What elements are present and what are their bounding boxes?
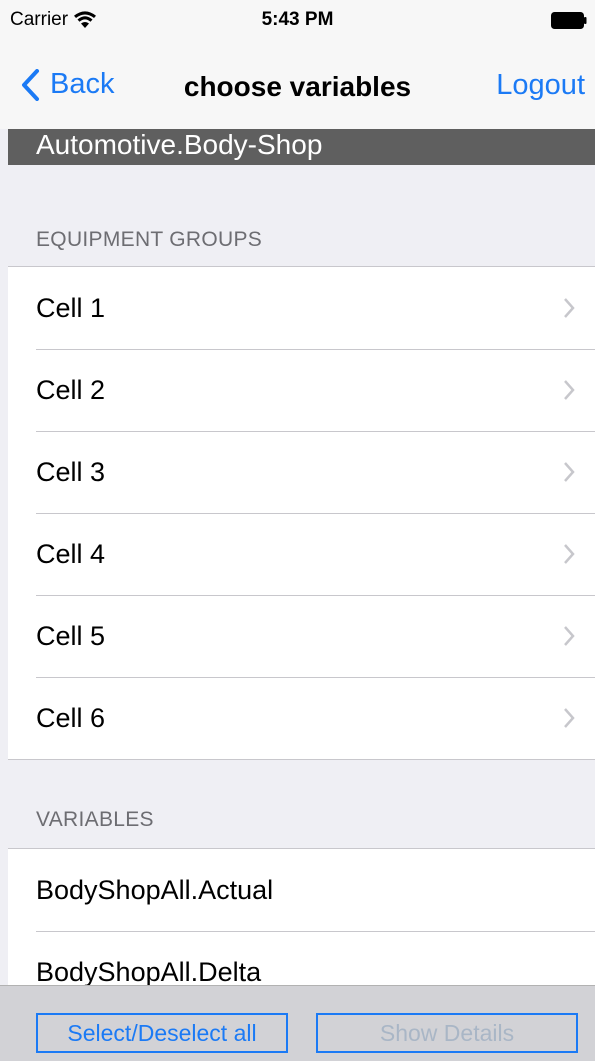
status-time: 5:43 PM	[261, 9, 334, 30]
status-bar: Carrier 5:43 PM	[0, 0, 595, 40]
logout-button[interactable]: Logout	[496, 69, 585, 102]
chevron-right-icon	[564, 626, 575, 646]
chevron-right-icon	[564, 298, 575, 318]
chevron-right-icon	[564, 462, 575, 482]
navigation-bar: Back choose variables Logout	[0, 40, 595, 129]
chevron-right-icon	[564, 544, 575, 564]
row-label: Cell 3	[36, 456, 106, 487]
back-label: Back	[50, 68, 115, 100]
battery-icon	[551, 12, 587, 29]
show-details-button[interactable]: Show Details	[316, 1013, 578, 1053]
row-label: Cell 2	[36, 374, 106, 405]
equipment-groups-list: Cell 1 Cell 2 Cell 3 Cell 4 Cell 5 Cell …	[8, 266, 595, 760]
path-banner: Automotive.Body-Shop	[8, 129, 595, 165]
equipment-group-row[interactable]: Cell 2	[8, 349, 595, 431]
chevron-left-icon	[22, 68, 39, 101]
row-label: Cell 6	[36, 702, 106, 733]
equipment-group-row[interactable]: Cell 6	[8, 677, 595, 759]
row-label: Cell 1	[36, 292, 106, 323]
equipment-group-row[interactable]: Cell 1	[8, 267, 595, 349]
chevron-right-icon	[564, 380, 575, 400]
select-deselect-all-button[interactable]: Select/Deselect all	[36, 1013, 288, 1053]
row-label: Cell 4	[36, 538, 106, 569]
bottom-toolbar: Select/Deselect all Show Details	[0, 985, 595, 1061]
row-label: BodyShopAll.Delta	[36, 956, 262, 987]
equipment-group-row[interactable]: Cell 5	[8, 595, 595, 677]
row-label: Cell 5	[36, 620, 106, 651]
chevron-right-icon	[564, 708, 575, 728]
variable-row[interactable]: BodyShopAll.Actual	[8, 849, 595, 931]
back-button[interactable]: Back	[20, 68, 114, 101]
equipment-groups-header: EQUIPMENT GROUPS	[36, 228, 263, 251]
equipment-group-row[interactable]: Cell 3	[8, 431, 595, 513]
variables-header: VARIABLES	[36, 808, 154, 831]
row-label: BodyShopAll.Actual	[36, 874, 274, 905]
equipment-group-row[interactable]: Cell 4	[8, 513, 595, 595]
